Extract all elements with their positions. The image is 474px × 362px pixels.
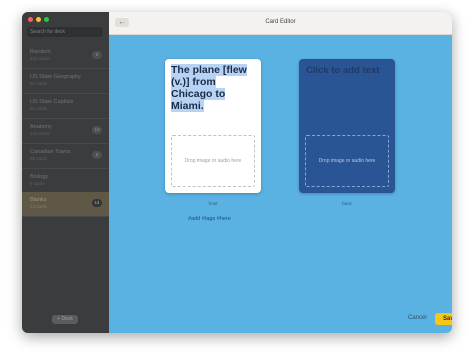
window-controls xyxy=(28,17,49,22)
zoom-window-button[interactable] xyxy=(44,17,49,22)
deck-due-badge: 6 xyxy=(92,151,102,159)
search-placeholder: Search for deck xyxy=(30,29,66,35)
deck-item-random[interactable]: Random 633 cards 9 xyxy=(22,44,109,69)
title-bar: ← Card Editor xyxy=(109,12,452,35)
cancel-button[interactable]: Cancel xyxy=(408,315,427,321)
deck-name: Biology xyxy=(30,174,49,180)
deck-due-badge: 14 xyxy=(92,199,102,207)
back-media-dropzone[interactable]: Drop image or audio here xyxy=(305,135,389,187)
back-card-placeholder[interactable]: Click to add text xyxy=(306,65,379,76)
sidebar: Search for deck Random 633 cards 9 US St… xyxy=(22,12,109,333)
deck-item-biology[interactable]: Biology 9 cards xyxy=(22,169,109,194)
save-button[interactable]: Save xyxy=(435,313,452,325)
front-card-text[interactable]: The plane [flew (v.)] from Chicago to Mi… xyxy=(171,64,255,112)
back-side-label: back xyxy=(342,201,352,206)
deck-item-blanks[interactable]: Blanks 14 cards 14 xyxy=(22,192,109,217)
tags-input[interactable]: #add #tags #here xyxy=(188,216,231,222)
dropzone-label: Drop image or audio here xyxy=(184,158,242,164)
deck-item-canadian-towns[interactable]: Canadian Towns 55 cards 6 xyxy=(22,144,109,169)
deck-item-us-state-capitals[interactable]: US State Capitals 50 cards xyxy=(22,94,109,119)
card-editor: ← Card Editor The plane [flew (v.)] from… xyxy=(109,12,452,333)
back-card[interactable]: Click to add text Drop image or audio he… xyxy=(299,59,395,193)
deck-due-badge: 10 xyxy=(92,126,102,134)
selected-text: The plane [flew (v.)] from Chicago to Mi… xyxy=(171,64,247,112)
front-media-dropzone[interactable]: Drop image or audio here xyxy=(171,135,255,187)
close-window-button[interactable] xyxy=(28,17,33,22)
front-side-label: front xyxy=(208,201,218,206)
deck-item-anatomy[interactable]: Anatomy 123 cards 10 xyxy=(22,119,109,144)
deck-count: 9 cards xyxy=(30,181,45,186)
deck-name: US State Geography xyxy=(30,74,81,80)
add-deck-button[interactable]: + Deck xyxy=(52,315,78,324)
deck-item-us-state-geography[interactable]: US State Geography 50 cards xyxy=(22,69,109,94)
minimize-window-button[interactable] xyxy=(36,17,41,22)
deck-search-input[interactable]: Search for deck xyxy=(27,27,103,37)
deck-count: 50 cards xyxy=(30,81,48,86)
window-title: Card Editor xyxy=(265,19,296,25)
deck-name: US State Capitals xyxy=(30,99,74,105)
app-window: Search for deck Random 633 cards 9 US St… xyxy=(22,12,452,333)
deck-count: 50 cards xyxy=(30,106,48,111)
front-card[interactable]: The plane [flew (v.)] from Chicago to Mi… xyxy=(165,59,261,193)
deck-due-badge: 9 xyxy=(92,51,102,59)
dropzone-label: Drop image or audio here xyxy=(318,158,376,164)
